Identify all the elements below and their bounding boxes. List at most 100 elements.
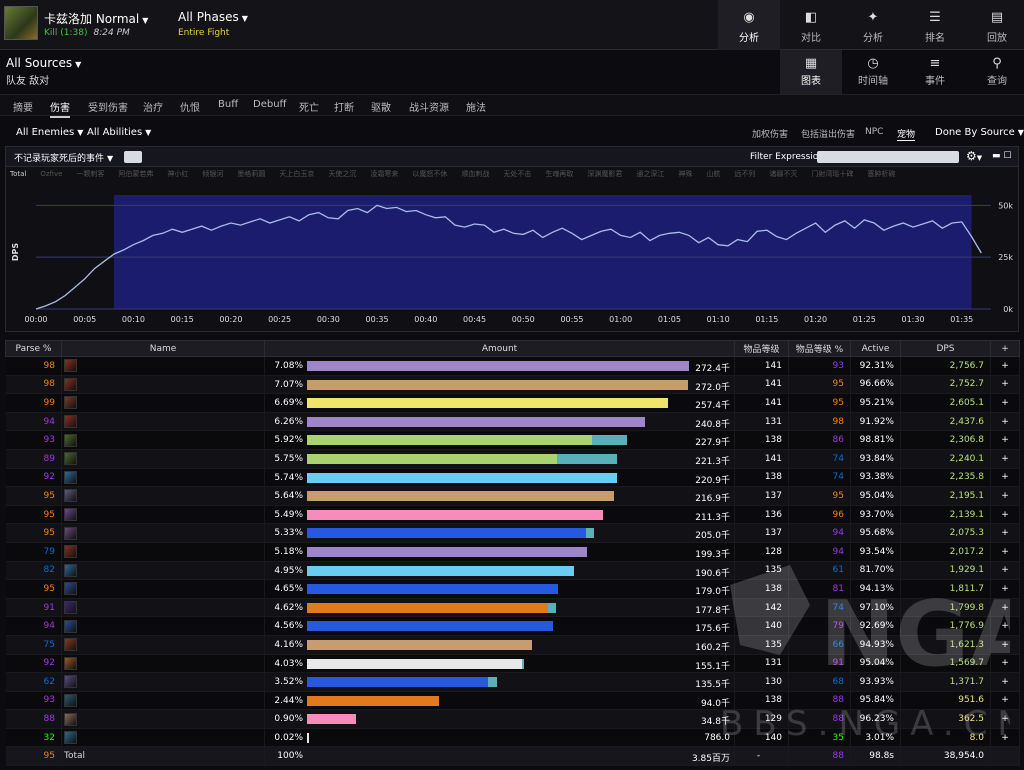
table-row[interactable]: 93 2.44% 94.0千 138 88 95.84% 951.6 +: [5, 691, 1020, 711]
expand-button[interactable]: +: [990, 393, 1020, 413]
nav-puzzle[interactable]: ✦ 分析: [842, 0, 904, 50]
legend-item[interactable]: 凌霜寒来: [370, 170, 398, 178]
expand-button[interactable]: +: [990, 412, 1020, 432]
table-row[interactable]: 92 5.74% 220.9千 138 74 93.38% 2,235.8 +: [5, 468, 1020, 488]
table-row[interactable]: 98 7.07% 272.0千 141 95 96.66% 2,752.7 +: [5, 375, 1020, 395]
column-header[interactable]: Active: [850, 340, 901, 357]
legend-item[interactable]: 以魔怒不休: [412, 170, 447, 178]
legend-item[interactable]: 深渊魔影君: [587, 170, 622, 178]
table-row[interactable]: 95 5.49% 211.3千 136 96 93.70% 2,139.1 +: [5, 505, 1020, 525]
expand-button[interactable]: +: [990, 542, 1020, 562]
table-row[interactable]: 92 4.03% 155.1千 131 91 95.04% 1,569.7 +: [5, 654, 1020, 674]
legend-item[interactable]: 天上白玉京: [279, 170, 314, 178]
column-header[interactable]: Name: [61, 340, 265, 357]
maximize-icon[interactable]: ☐: [1003, 151, 1011, 161]
table-row[interactable]: 95 4.65% 179.0千 138 81 94.13% 1,811.7 +: [5, 579, 1020, 599]
enemies-filter[interactable]: All Enemies ▼: [16, 127, 83, 138]
legend-item[interactable]: 神殊: [678, 170, 692, 178]
legend-item[interactable]: 倾银河: [202, 170, 223, 178]
tab-3[interactable]: 治疗: [143, 99, 163, 114]
table-row[interactable]: 89 5.75% 221.3千 141 74 93.84% 2,240.1 +: [5, 449, 1020, 469]
boss-selector[interactable]: 卡兹洛加 Normal ▼: [44, 10, 148, 27]
legend-item[interactable]: 阿伯蒙若弗: [118, 170, 153, 178]
dead-events-toggle[interactable]: [124, 151, 142, 163]
filter-option-1[interactable]: 包括溢出伤害: [801, 127, 855, 140]
nav-eye[interactable]: ◉ 分析: [718, 0, 780, 50]
tab-4[interactable]: 仇恨: [180, 99, 200, 114]
column-header[interactable]: 物品等级 %: [788, 340, 851, 357]
tab-0[interactable]: 摘要: [13, 99, 33, 114]
group-by-selector[interactable]: Done By Source ▼: [935, 127, 1024, 138]
table-row[interactable]: 99 6.69% 257.4千 141 95 95.21% 2,605.1 +: [5, 393, 1020, 413]
table-row[interactable]: 91 4.62% 177.8千 142 74 97.10% 1,799.8 +: [5, 598, 1020, 618]
column-header[interactable]: 物品等级: [734, 340, 789, 357]
expand-button[interactable]: +: [990, 691, 1020, 711]
table-row[interactable]: 94 6.26% 240.8千 131 98 91.92% 2,437.6 +: [5, 412, 1020, 432]
source-subtitle[interactable]: 队友 敌对: [6, 72, 49, 87]
expand-button[interactable]: +: [990, 579, 1020, 599]
column-header[interactable]: Amount: [264, 340, 735, 357]
table-row[interactable]: 98 7.08% 272.4千 141 93 92.31% 2,756.7 +: [5, 356, 1020, 376]
legend-item[interactable]: 诸疆不灭: [769, 170, 797, 178]
table-row[interactable]: 79 5.18% 199.3千 128 94 93.54% 2,017.2 +: [5, 542, 1020, 562]
tab-9[interactable]: 驱散: [371, 99, 391, 114]
table-row[interactable]: 93 5.92% 227.9千 138 86 98.81% 2,306.8 +: [5, 430, 1020, 450]
tab-10[interactable]: 战斗资源: [409, 99, 449, 114]
expand-button[interactable]: +: [990, 709, 1020, 729]
expand-button[interactable]: +: [990, 635, 1020, 655]
table-row[interactable]: 94 4.56% 175.6千 140 79 92.69% 1,776.9 +: [5, 616, 1020, 636]
expand-button[interactable]: +: [990, 356, 1020, 376]
table-row[interactable]: 32 0.02% 786.0 140 35 3.01% 8.0 +: [5, 728, 1020, 748]
nav-compare[interactable]: ◧ 对比: [780, 0, 842, 50]
tab-6[interactable]: Debuff: [253, 99, 286, 110]
abilities-filter[interactable]: All Abilities ▼: [87, 127, 151, 138]
expand-button[interactable]: +: [990, 598, 1020, 618]
gear-icon[interactable]: ⚙▼: [966, 149, 982, 163]
expand-button[interactable]: +: [990, 449, 1020, 469]
legend-item[interactable]: 天使之沉: [328, 170, 356, 178]
expand-button[interactable]: +: [990, 430, 1020, 450]
legend-item[interactable]: 通之深江: [636, 170, 664, 178]
tab-1[interactable]: 伤害: [50, 99, 70, 118]
expand-button[interactable]: +: [990, 728, 1020, 748]
view-clock[interactable]: ◷ 时间轴: [842, 50, 904, 94]
filter-option-0[interactable]: 加权伤害: [752, 127, 788, 140]
expand-button[interactable]: +: [990, 672, 1020, 692]
tab-7[interactable]: 死亡: [299, 99, 319, 114]
legend-item[interactable]: Ozfive: [40, 170, 62, 178]
legend-item[interactable]: 墨格莉圆: [237, 170, 265, 178]
phase-selector[interactable]: All Phases ▼: [178, 10, 248, 24]
expand-button[interactable]: +: [990, 654, 1020, 674]
expand-button[interactable]: +: [990, 468, 1020, 488]
dps-line-chart[interactable]: 50k 25k 0k 00:00 00:05 00:10 00:15 00:20 00:25 00…: [6, 183, 1018, 331]
minimize-icon[interactable]: ▬: [992, 151, 1001, 161]
tab-5[interactable]: Buff: [218, 99, 238, 110]
dead-events-selector[interactable]: 不记录玩家死后的事件 ▼: [14, 151, 113, 164]
tab-11[interactable]: 施法: [466, 99, 486, 114]
legend-item[interactable]: 远不列: [734, 170, 755, 178]
legend-item[interactable]: 山航: [706, 170, 720, 178]
legend-item[interactable]: 门射湾瑶十碑: [811, 170, 853, 178]
nav-replay[interactable]: ▤ 回放: [966, 0, 1024, 50]
column-header[interactable]: DPS: [900, 340, 991, 357]
legend-item[interactable]: 生魂再取: [545, 170, 573, 178]
filter-option-3[interactable]: 宠物: [897, 127, 916, 141]
expand-button[interactable]: +: [990, 486, 1020, 506]
filter-expression-input[interactable]: [817, 151, 959, 163]
column-header[interactable]: Parse %: [5, 340, 62, 357]
view-pin[interactable]: ⚲ 查询: [966, 50, 1024, 94]
expand-button[interactable]: +: [990, 561, 1020, 581]
legend-item[interactable]: Total: [10, 170, 26, 178]
nav-ranking[interactable]: ☰ 排名: [904, 0, 966, 50]
expand-button[interactable]: +: [990, 616, 1020, 636]
view-table[interactable]: ▦ 图表: [780, 50, 842, 94]
table-row[interactable]: 88 0.90% 34.8千 129 88 96.23% 362.5 +: [5, 709, 1020, 729]
table-row[interactable]: 95 5.33% 205.0千 137 94 95.68% 2,075.3 +: [5, 523, 1020, 543]
expand-button[interactable]: +: [990, 523, 1020, 543]
table-row[interactable]: 82 4.95% 190.6千 135 61 81.70% 1,929.1 +: [5, 561, 1020, 581]
legend-item[interactable]: 无处不击: [503, 170, 531, 178]
legend-item[interactable]: 塞肿析碗: [867, 170, 895, 178]
column-header[interactable]: +: [990, 340, 1020, 357]
table-row[interactable]: 75 4.16% 160.2千 135 66 94.93% 1,621.3 +: [5, 635, 1020, 655]
legend-item[interactable]: 神小红: [167, 170, 188, 178]
